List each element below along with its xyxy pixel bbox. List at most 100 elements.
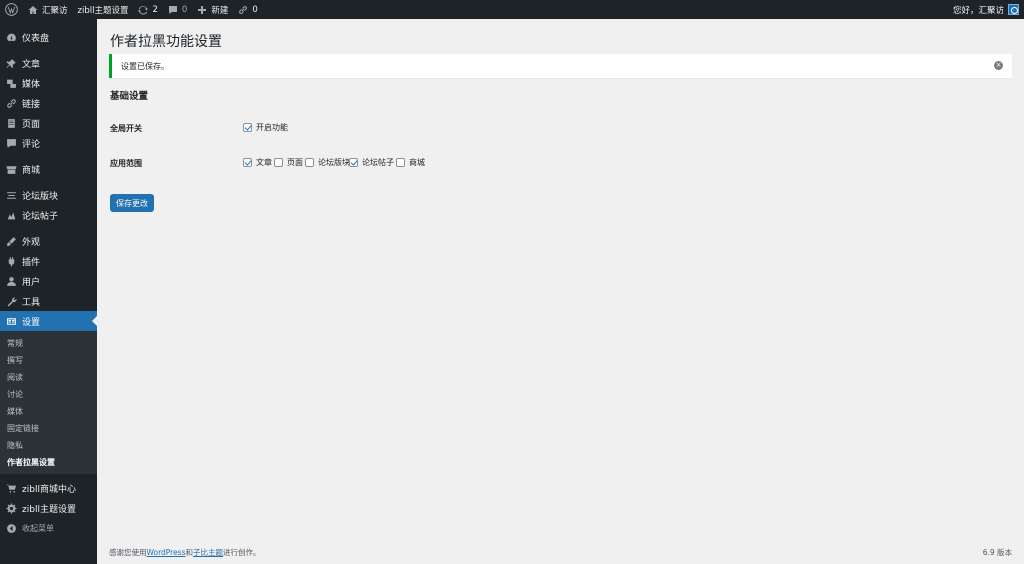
main-content: 作者拉黑功能设置 设置已保存。 × 基础设置 全局开关 开启功能 应用范围 文章… (97, 19, 1024, 564)
dashboard-icon (6, 32, 17, 43)
wrench-icon (6, 296, 17, 307)
checkbox-checked[interactable] (349, 158, 358, 167)
scope-option-forum-plates[interactable]: 论坛版块 (305, 157, 352, 168)
submenu-item-writing[interactable]: 撰写 (0, 352, 97, 369)
global-switch-field: 开启功能 (243, 122, 288, 133)
checkbox-label: 商城 (409, 158, 425, 167)
collapse-icon (6, 523, 17, 534)
sidebar-item-label: 收起菜单 (22, 523, 54, 533)
sidebar-item-label: zibll商城中心 (22, 484, 76, 495)
section-title: 基础设置 (110, 91, 149, 102)
comments-count: 0 (181, 4, 188, 15)
updates-link[interactable]: 2 (133, 0, 162, 19)
save-button[interactable]: 保存更改 (110, 194, 154, 212)
scope-option-posts[interactable]: 文章 (243, 157, 274, 168)
submenu-item-general[interactable]: 常规 (0, 335, 97, 352)
sidebar-item-label: 评论 (22, 139, 41, 150)
sidebar-item-users[interactable]: 用户 (0, 271, 97, 291)
sidebar-item-label: 页面 (22, 119, 41, 130)
scope-field: 文章 页面 论坛版块 论坛帖子 商城 (243, 157, 427, 168)
checkbox-checked[interactable] (243, 123, 252, 132)
sidebar-item-label: 链接 (22, 99, 41, 110)
checkbox-label: 开启功能 (256, 123, 288, 132)
sidebar-item-posts[interactable]: 文章 (0, 53, 97, 73)
plugin-icon (6, 256, 17, 267)
sidebar-item-forum-posts[interactable]: 论坛帖子 (0, 205, 97, 225)
link-icon (6, 98, 17, 109)
settings-icon (6, 316, 17, 327)
scope-option-shop[interactable]: 商城 (396, 157, 427, 168)
checkbox-label: 论坛版块 (318, 158, 350, 167)
home-icon (28, 5, 38, 14)
media-icon (6, 78, 17, 89)
plus-icon (198, 5, 207, 14)
collapse-menu-button[interactable]: 收起菜单 (0, 518, 97, 538)
submenu-item-discussion[interactable]: 讨论 (0, 386, 97, 403)
sidebar-item-label: zibll主题设置 (22, 504, 76, 515)
sidebar-item-label: 文章 (22, 59, 41, 70)
sidebar-item-label: 插件 (22, 257, 41, 268)
avatar (1008, 4, 1019, 15)
submenu-item-author-block[interactable]: 作者拉黑设置 (0, 454, 97, 471)
comment-icon (168, 5, 177, 14)
site-name-link[interactable]: 汇聚访 (23, 0, 73, 19)
sidebar-item-zibll-theme[interactable]: zibll主题设置 (0, 498, 97, 518)
sidebar-item-appearance[interactable]: 外观 (0, 231, 97, 251)
new-label: 新建 (211, 5, 229, 16)
enable-feature-checkbox[interactable]: 开启功能 (243, 122, 288, 133)
theme-link[interactable]: 子比主题 (193, 548, 223, 557)
forum-plate-icon (6, 190, 17, 201)
sidebar-item-label: 媒体 (22, 79, 41, 90)
sidebar-item-plugins[interactable]: 插件 (0, 251, 97, 271)
theme-settings-label: zibll主题设置 (77, 5, 129, 16)
submenu-item-privacy[interactable]: 隐私 (0, 437, 97, 454)
links-count: 0 (252, 4, 258, 15)
cart-icon (6, 483, 17, 494)
wordpress-link[interactable]: WordPress (147, 548, 186, 557)
gear-icon (6, 503, 17, 514)
greeting: 您好，汇聚访 (952, 5, 1004, 16)
checkbox-unchecked[interactable] (396, 158, 405, 167)
sidebar-item-pages[interactable]: 页面 (0, 113, 97, 133)
page-icon (6, 118, 17, 129)
scope-option-forum-posts[interactable]: 论坛帖子 (349, 157, 396, 168)
checkbox-label: 论坛帖子 (362, 158, 394, 167)
sidebar-item-zibll-shop[interactable]: zibll商城中心 (0, 478, 97, 498)
sidebar-item-dashboard[interactable]: 仪表盘 (0, 27, 97, 47)
sidebar-item-label: 商城 (22, 165, 41, 176)
footer-suffix: 进行创作。 (223, 548, 261, 557)
wordpress-logo-icon[interactable] (0, 0, 23, 19)
checkbox-unchecked[interactable] (274, 158, 283, 167)
sidebar-item-tools[interactable]: 工具 (0, 291, 97, 311)
scope-option-pages[interactable]: 页面 (274, 157, 305, 168)
comments-link[interactable]: 0 (163, 0, 192, 19)
sidebar-item-forum-plates[interactable]: 论坛版块 (0, 185, 97, 205)
sidebar-item-label: 仪表盘 (22, 33, 50, 44)
links-link[interactable]: 0 (233, 0, 262, 19)
checkbox-unchecked[interactable] (305, 158, 314, 167)
theme-settings-link[interactable]: zibll主题设置 (73, 0, 134, 19)
sidebar-item-label: 设置 (22, 317, 41, 328)
sidebar-item-label: 工具 (22, 297, 41, 308)
sidebar-item-links[interactable]: 链接 (0, 93, 97, 113)
sidebar-item-shop[interactable]: 商城 (0, 159, 97, 179)
sidebar-item-media[interactable]: 媒体 (0, 73, 97, 93)
user-icon (6, 276, 17, 287)
comment-icon (6, 138, 17, 149)
footer-prefix: 感谢您使用 (109, 548, 147, 557)
submenu-item-media[interactable]: 媒体 (0, 403, 97, 420)
sidebar-item-comments[interactable]: 评论 (0, 133, 97, 153)
checkbox-checked[interactable] (243, 158, 252, 167)
site-name: 汇聚访 (42, 5, 68, 16)
sidebar-item-label: 外观 (22, 237, 41, 248)
pushpin-icon (6, 58, 17, 69)
dismiss-icon[interactable]: × (994, 61, 1003, 70)
submenu-item-permalinks[interactable]: 固定链接 (0, 420, 97, 437)
notice-text: 设置已保存。 (121, 61, 169, 71)
my-account-link[interactable]: 您好，汇聚访 (948, 0, 1024, 19)
submenu-item-reading[interactable]: 阅读 (0, 369, 97, 386)
footer-thanks: 感谢您使用WordPress和子比主题进行创作。 (109, 547, 261, 558)
new-content-link[interactable]: 新建 (192, 0, 233, 19)
sidebar-item-settings[interactable]: 设置 (0, 311, 97, 331)
link-icon (239, 5, 248, 14)
